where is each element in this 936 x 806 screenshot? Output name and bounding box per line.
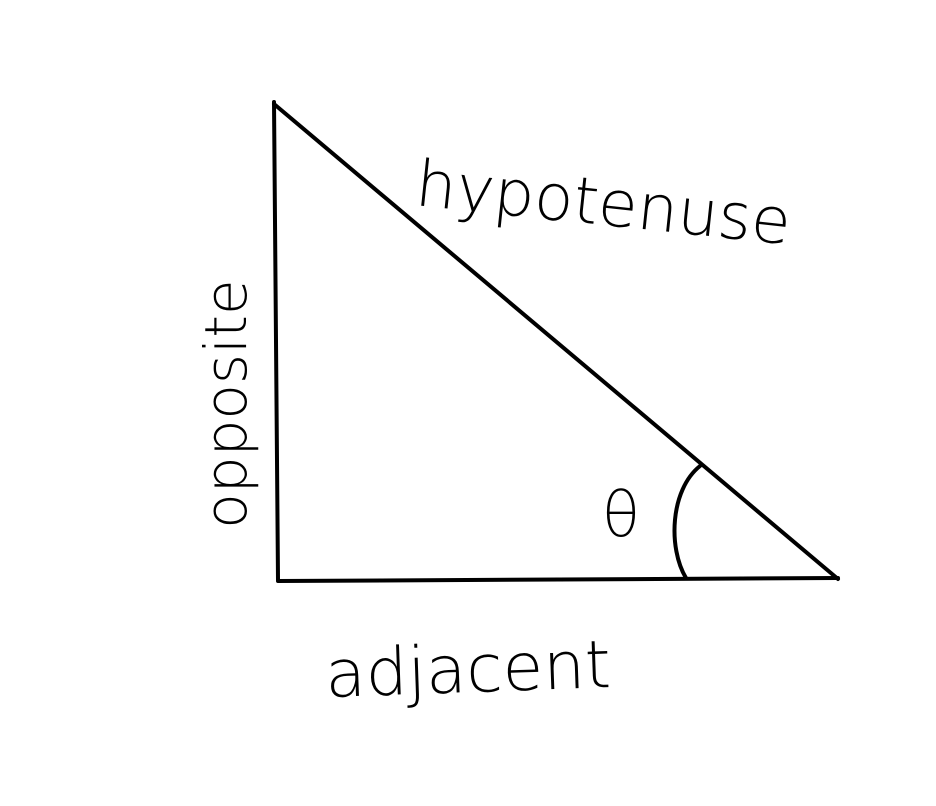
opposite-label: opposite — [192, 279, 260, 528]
adjacent-side — [276, 576, 840, 583]
angle-arc — [672, 464, 702, 580]
adjacent-label: adjacent — [324, 626, 612, 713]
angle-label: θ — [602, 478, 640, 551]
right-triangle-diagram: θ hypotenuse opposite adjacent — [192, 100, 840, 713]
hypotenuse-label: hypotenuse — [412, 147, 794, 260]
opposite-side — [272, 100, 280, 582]
